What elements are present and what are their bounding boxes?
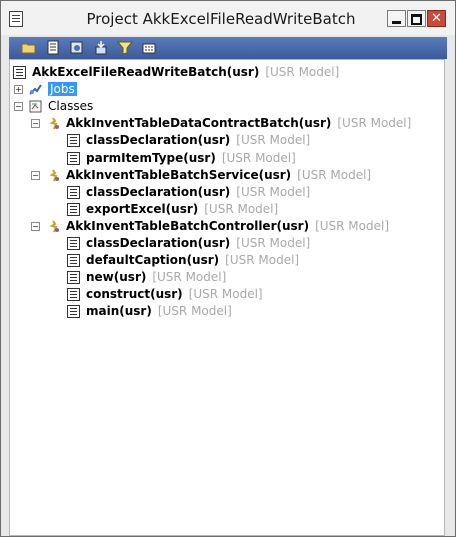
minimize-button[interactable]	[387, 10, 406, 27]
window-title: Project AkkExcelFileReadWriteBatch	[86, 10, 356, 28]
tree-node-class[interactable]: − AkkInventTableBatchService(usr) [USR Mod…	[10, 167, 440, 184]
minimize-icon	[392, 21, 401, 24]
method-icon	[67, 288, 80, 302]
close-icon: ✕	[431, 11, 442, 26]
class-label: AkkInventTableBatchController(usr) [USR M…	[66, 218, 389, 235]
tree-node-jobs[interactable]: + Jobs	[10, 81, 440, 98]
node-name: parmItemType(usr)	[86, 150, 216, 165]
node-name: classDeclaration(usr)	[86, 184, 231, 199]
jobs-icon	[29, 83, 42, 96]
project-window: Project AkkExcelFileReadWriteBatch ✕ Akk…	[0, 0, 456, 537]
class-icon	[47, 117, 60, 130]
properties-icon[interactable]	[45, 40, 61, 55]
node-name: exportExcel(usr)	[86, 201, 199, 216]
method-label: new(usr) [USR Model]	[86, 269, 226, 286]
method-icon	[67, 254, 80, 268]
method-label: main(usr) [USR Model]	[86, 303, 232, 320]
node-name: new(usr)	[86, 270, 147, 285]
method-label: defaultCaption(usr) [USR Model]	[86, 252, 299, 269]
project-icon	[13, 66, 26, 79]
tree-node-method[interactable]: classDeclaration(usr) [USR Model]	[10, 184, 440, 201]
method-icon	[67, 305, 80, 319]
tree-node-class[interactable]: − AkkInventTableBatchController(usr) [USR …	[10, 218, 440, 235]
root-label: AkkExcelFileReadWriteBatch(usr) [USR Mode…	[32, 64, 339, 81]
open-folder-icon[interactable]	[21, 40, 37, 55]
method-label: classDeclaration(usr) [USR Model]	[86, 184, 310, 201]
node-name: Jobs	[48, 82, 77, 97]
tree-node-method[interactable]: construct(usr) [USR Model]	[10, 286, 440, 303]
node-name: classDeclaration(usr)	[86, 133, 231, 148]
layer-label: [USR Model]	[265, 65, 340, 79]
tree-node-method[interactable]: parmItemType(usr) [USR Model]	[10, 150, 440, 167]
layer-label: [USR Model]	[225, 253, 300, 268]
layer-label: [USR Model]	[157, 304, 232, 319]
filter-icon[interactable]	[117, 40, 133, 55]
node-name: main(usr)	[86, 304, 152, 319]
layer-label: [USR Model]	[204, 201, 279, 216]
node-name: construct(usr)	[86, 287, 183, 302]
project-icon	[9, 11, 23, 27]
method-icon	[67, 151, 80, 165]
close-button[interactable]: ✕	[427, 10, 446, 27]
method-icon	[67, 202, 80, 216]
import-icon[interactable]	[93, 40, 109, 55]
collapse-icon[interactable]: −	[14, 102, 23, 112]
method-icon	[67, 134, 80, 148]
tree-root[interactable]: AkkExcelFileReadWriteBatch(usr) [USR Mode…	[10, 64, 440, 81]
maximize-icon	[411, 14, 422, 25]
tree-node-method[interactable]: classDeclaration(usr) [USR Model]	[10, 132, 440, 149]
tree-node-method[interactable]: new(usr) [USR Model]	[10, 269, 440, 286]
tree-node-method[interactable]: defaultCaption(usr) [USR Model]	[10, 252, 440, 269]
toolbar	[9, 37, 447, 59]
tree-node-class[interactable]: − AkkInventTableDataContractBatch(usr) [US…	[10, 115, 440, 132]
collapse-icon[interactable]: −	[31, 119, 40, 129]
collapse-icon[interactable]: −	[31, 221, 40, 231]
title-bar[interactable]: Project AkkExcelFileReadWriteBatch ✕	[1, 1, 455, 35]
class-icon	[47, 220, 60, 233]
compile-icon[interactable]	[69, 40, 85, 55]
method-icon	[67, 185, 80, 199]
expand-icon[interactable]: +	[14, 85, 23, 95]
layer-label: [USR Model]	[236, 236, 311, 250]
collapse-icon[interactable]: −	[31, 170, 40, 180]
node-name: AkkInventTableBatchController(usr)	[66, 218, 310, 233]
method-label: classDeclaration(usr) [USR Model]	[86, 132, 310, 149]
method-label: parmItemType(usr) [USR Model]	[86, 150, 296, 167]
node-name: AkkExcelFileReadWriteBatch(usr)	[32, 65, 260, 79]
classes-label: Classes	[48, 98, 93, 115]
method-label: classDeclaration(usr) [USR Model]	[86, 235, 310, 252]
jobs-label: Jobs	[48, 81, 77, 98]
tree-node-method[interactable]: exportExcel(usr) [USR Model]	[10, 201, 440, 218]
layer-label: [USR Model]	[152, 270, 227, 285]
node-name: AkkInventTableBatchService(usr)	[66, 167, 292, 182]
layer-label: [USR Model]	[236, 133, 311, 148]
method-label: construct(usr) [USR Model]	[86, 286, 263, 303]
method-label: exportExcel(usr) [USR Model]	[86, 201, 278, 218]
tree-node-method[interactable]: classDeclaration(usr) [USR Model]	[10, 235, 440, 252]
maximize-button[interactable]	[407, 10, 426, 27]
tree-node-method[interactable]: main(usr) [USR Model]	[10, 303, 440, 320]
calculator-icon[interactable]	[141, 40, 157, 55]
tree-node-classes[interactable]: − Classes	[10, 98, 440, 115]
layer-label: [USR Model]	[315, 218, 390, 233]
node-name: AkkInventTableDataContractBatch(usr)	[66, 116, 332, 131]
node-name: defaultCaption(usr)	[86, 253, 220, 268]
node-name: classDeclaration(usr)	[86, 236, 231, 250]
layer-label: [USR Model]	[297, 167, 372, 182]
method-icon	[67, 237, 80, 250]
class-icon	[47, 169, 60, 182]
class-label: AkkInventTableDataContractBatch(usr) [USR…	[66, 115, 411, 132]
classes-folder-icon	[29, 100, 42, 113]
layer-label: [USR Model]	[221, 150, 296, 165]
node-name: Classes	[48, 99, 94, 114]
class-label: AkkInventTableBatchService(usr) [USR Mode…	[66, 167, 371, 184]
layer-label: [USR Model]	[236, 184, 311, 199]
layer-label: [USR Model]	[337, 116, 412, 131]
layer-label: [USR Model]	[188, 287, 263, 302]
project-tree[interactable]: AkkExcelFileReadWriteBatch(usr) [USR Mode…	[9, 59, 445, 536]
method-icon	[67, 271, 80, 285]
